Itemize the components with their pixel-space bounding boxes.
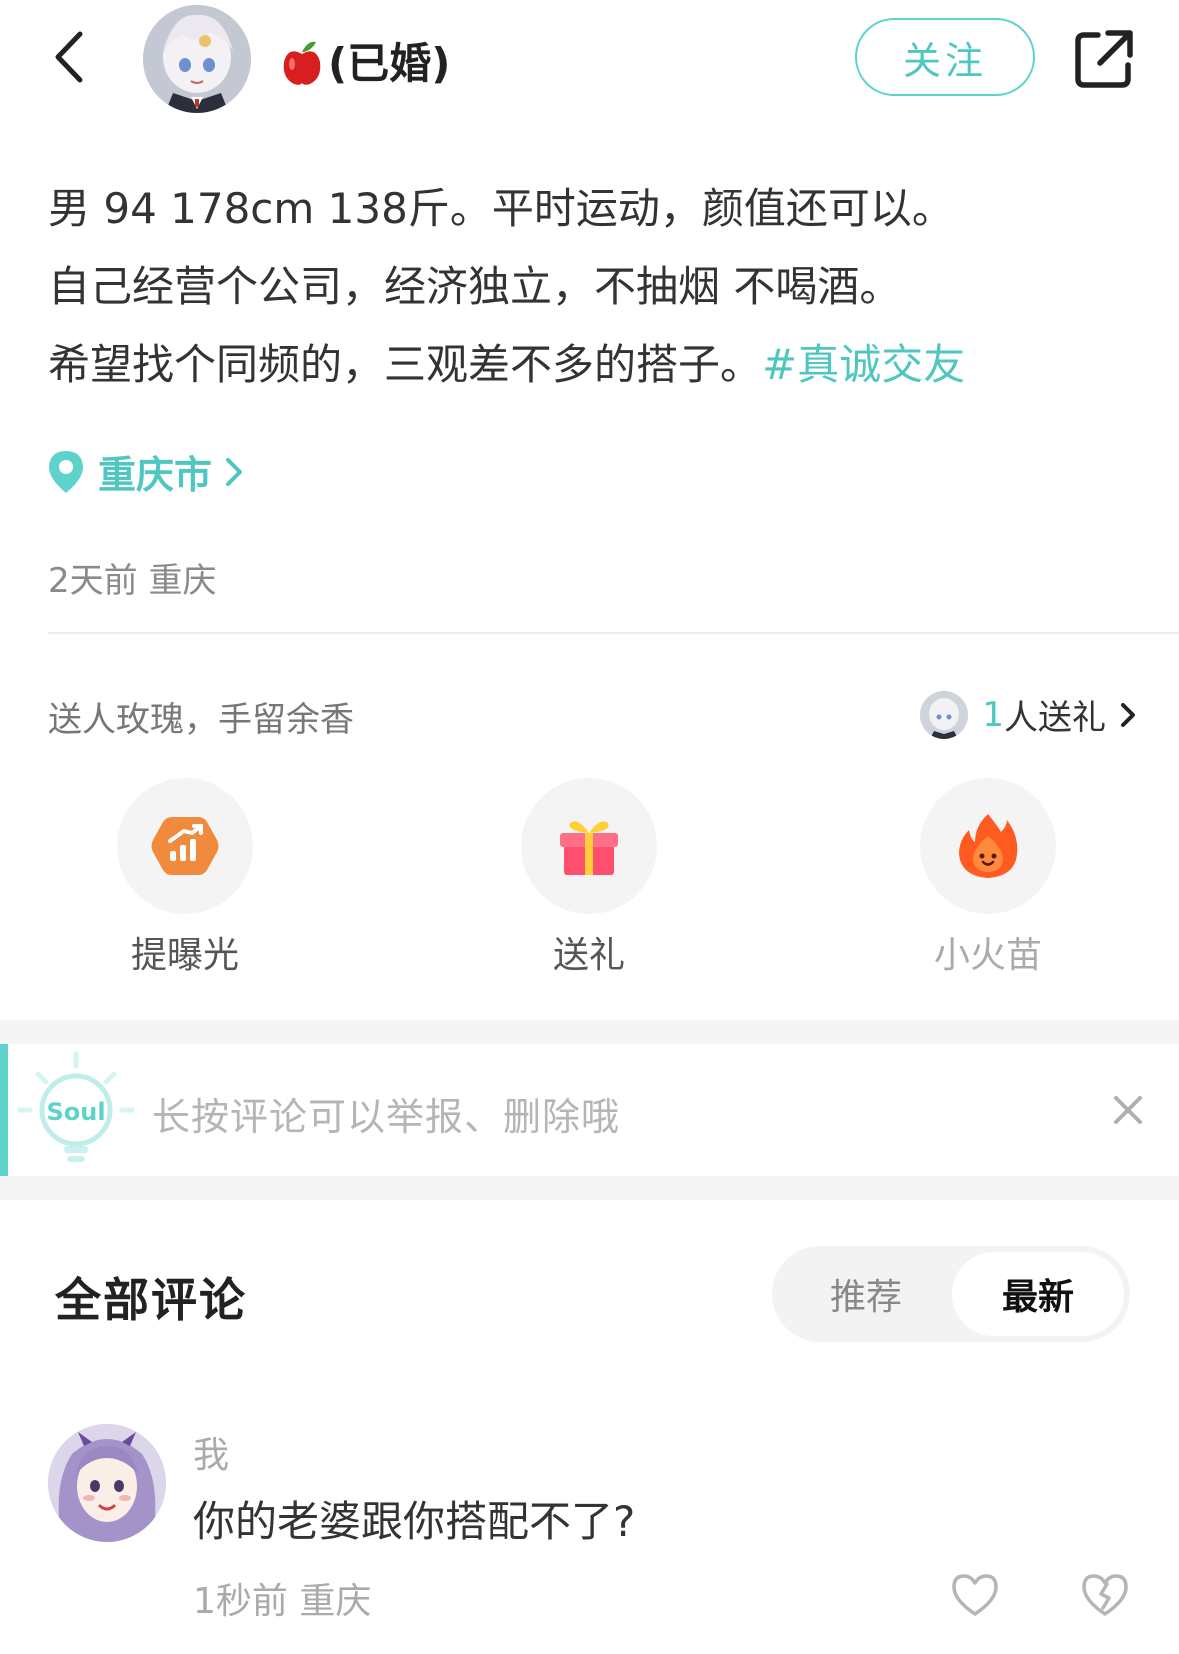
gift-label: 送礼 — [552, 935, 625, 976]
boost-icon — [117, 778, 253, 914]
sort-latest-tab[interactable]: 最新 — [952, 1252, 1124, 1336]
chevron-right-icon — [222, 454, 246, 490]
location-link[interactable]: 重庆市 — [46, 444, 246, 499]
close-icon[interactable] — [1108, 1090, 1148, 1130]
author-name[interactable]: (已婚) — [278, 30, 450, 91]
post-line: 自己经营个公司，经济独立，不抽烟 不喝酒。 — [48, 262, 902, 311]
gift-button[interactable]: 送礼 — [489, 778, 689, 978]
gift-count-text: 人送礼 — [1004, 698, 1106, 738]
tip-banner: Soul 长按评论可以举报、删除哦 — [0, 1044, 1179, 1176]
location-pin-icon — [46, 449, 86, 495]
flame-icon — [920, 778, 1056, 914]
sort-toggle: 推荐 最新 — [772, 1246, 1130, 1342]
divider — [48, 632, 1179, 634]
gift-caption: 送人玫瑰，手留余香 — [48, 700, 354, 740]
flame-button[interactable]: 小火苗 — [888, 778, 1088, 978]
heart-icon[interactable] — [950, 1570, 1000, 1620]
action-row: 提曝光 送礼 小火苗 — [0, 778, 1179, 976]
giver-avatar — [920, 690, 969, 739]
share-icon[interactable] — [1070, 25, 1138, 93]
boost-label: 提曝光 — [130, 935, 239, 976]
comments-title: 全部评论 — [55, 1273, 247, 1327]
sort-recommended-tab[interactable]: 推荐 — [780, 1252, 952, 1336]
author-avatar[interactable] — [143, 5, 251, 113]
chevron-right-icon — [1118, 699, 1138, 731]
section-spacer — [0, 1020, 1179, 1044]
post-line-text: 希望找个同频的，三观差不多的搭子。 — [48, 340, 763, 389]
tip-text: 长按评论可以举报、删除哦 — [152, 1095, 621, 1139]
flame-label: 小火苗 — [933, 935, 1042, 976]
post-line: 希望找个同频的，三观差不多的搭子。#真诚交友 — [48, 326, 1148, 404]
apple-icon — [278, 38, 326, 86]
post-line: 男 94 178cm 138斤。平时运动，颜值还可以。 — [48, 184, 954, 233]
soul-logo-text: Soul — [46, 1098, 105, 1126]
username-text: (已婚) — [328, 39, 451, 88]
gift-icon — [521, 778, 657, 914]
comments-header: 全部评论 推荐 最新 — [0, 1240, 1179, 1342]
gift-summary: 送人玫瑰，手留余香 1 人送礼 — [48, 690, 1138, 740]
gift-givers-link[interactable]: 1 人送礼 — [920, 690, 1138, 739]
commenter-avatar[interactable] — [48, 1424, 166, 1542]
comment-text: 你的老婆跟你搭配不了? — [193, 1497, 636, 1546]
comment-meta: 1秒前 重庆 — [193, 1581, 372, 1622]
broken-heart-icon[interactable] — [1080, 1570, 1130, 1620]
comment-item[interactable]: 我 你的老婆跟你搭配不了? 1秒前 重庆 — [0, 1420, 1179, 1654]
section-spacer — [0, 1176, 1179, 1200]
boost-button[interactable]: 提曝光 — [85, 778, 285, 978]
soul-bulb-icon: Soul — [17, 1050, 138, 1172]
post-meta: 2天前 重庆 — [48, 561, 217, 601]
location-text: 重庆市 — [98, 453, 213, 497]
back-icon[interactable] — [40, 22, 100, 92]
post-content[interactable]: 男 94 178cm 138斤。平时运动，颜值还可以。 自己经营个公司，经济独立… — [48, 170, 1148, 404]
gift-count-number: 1 — [982, 694, 1004, 735]
top-bar: (已婚) 关注 — [0, 0, 1179, 120]
commenter-name[interactable]: 我 — [193, 1426, 229, 1478]
follow-button[interactable]: 关注 — [855, 18, 1035, 96]
tip-accent-bar — [0, 1044, 8, 1176]
hashtag-link[interactable]: #真诚交友 — [762, 340, 965, 389]
